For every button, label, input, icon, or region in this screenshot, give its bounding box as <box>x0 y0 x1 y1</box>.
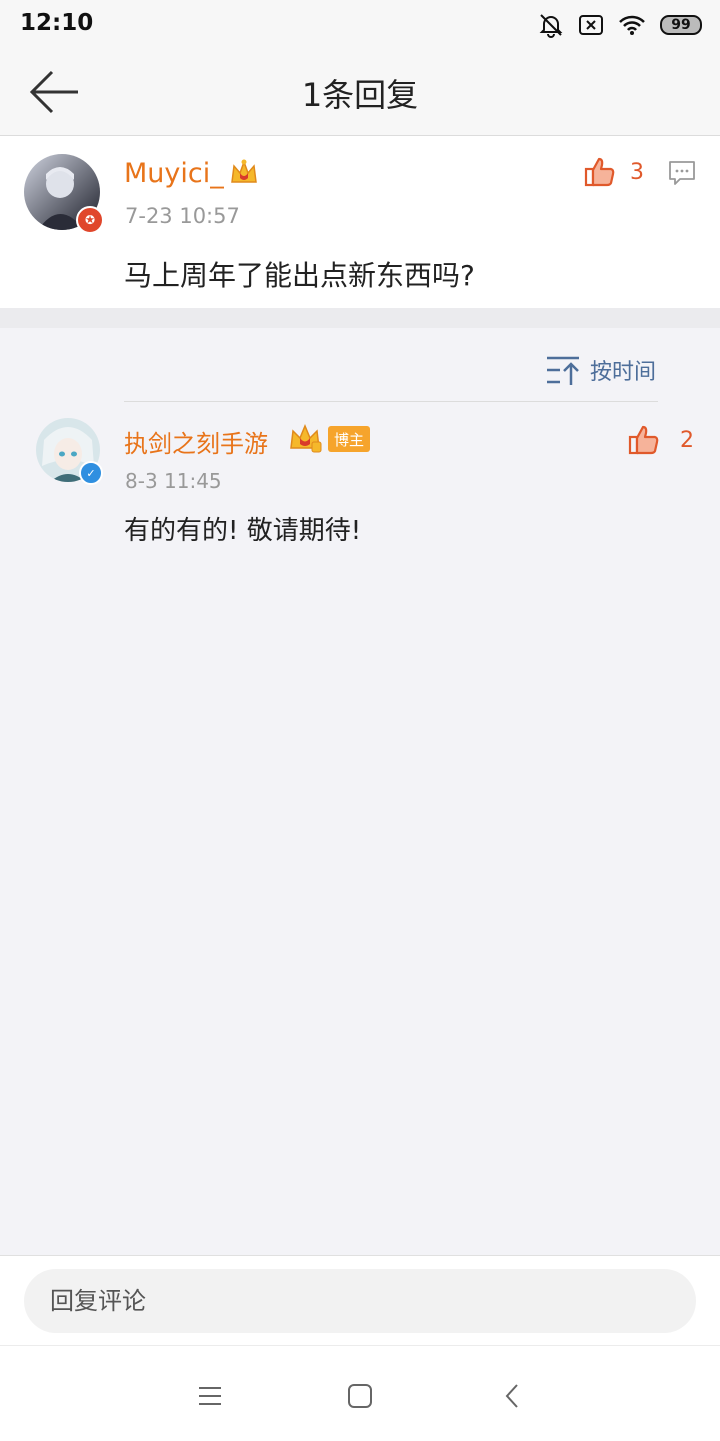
thumbs-up-icon <box>584 157 615 187</box>
comment-timestamp: 7-23 10:57 <box>125 204 240 228</box>
reply-text: 有的有的! 敬请期待! <box>124 516 362 546</box>
sort-button[interactable]: 按时间 <box>546 354 656 386</box>
home-icon[interactable] <box>340 1376 380 1416</box>
author-badge: 博主 <box>328 426 370 452</box>
sort-icon <box>547 356 579 385</box>
page-title: 1条回复 <box>301 76 419 114</box>
thumbs-up-icon <box>628 425 659 455</box>
section-divider <box>0 308 720 328</box>
comment-icon[interactable] <box>668 160 696 186</box>
main-comment: ✪ Muyici_ 7-23 10:57 马上周年了能出点新东西吗? 3 <box>0 136 720 308</box>
reply-like-button[interactable]: 2 <box>628 424 694 456</box>
sort-divider <box>124 401 658 402</box>
reply-timestamp: 8-3 11:45 <box>125 469 222 493</box>
reply-composer <box>0 1255 720 1346</box>
status-bar: 12:10 99 <box>0 0 720 50</box>
sort-label: 按时间 <box>590 360 657 385</box>
battery-icon: 99 <box>660 15 702 35</box>
header-bar: 1条回复 <box>0 50 720 136</box>
bell-muted-icon <box>539 14 563 38</box>
crown-icon <box>231 159 257 183</box>
verified-check-icon: ✓ <box>79 461 103 485</box>
crown-icon <box>290 424 322 453</box>
status-time: 12:10 <box>20 10 94 36</box>
battery-level: 99 <box>671 17 691 33</box>
reply-avatar[interactable]: ✓ <box>36 418 103 485</box>
reply-like-count: 2 <box>680 427 694 453</box>
system-nav-bar <box>0 1345 720 1441</box>
sim-off-icon <box>579 15 603 35</box>
like-button[interactable]: 3 <box>584 156 644 188</box>
comment-text: 马上周年了能出点新东西吗? <box>124 259 475 292</box>
reply-input[interactable] <box>24 1269 696 1333</box>
rank-badge-icon: ✪ <box>76 206 104 234</box>
avatar[interactable]: ✪ <box>24 154 104 234</box>
status-icons: 99 <box>538 10 702 40</box>
like-count: 3 <box>630 159 644 185</box>
reply-username[interactable]: 执剑之刻手游 <box>124 424 268 459</box>
back-icon[interactable] <box>492 1376 532 1416</box>
comment-username[interactable]: Muyici_ <box>124 158 224 189</box>
menu-icon[interactable] <box>190 1376 230 1416</box>
wifi-icon <box>619 15 645 35</box>
